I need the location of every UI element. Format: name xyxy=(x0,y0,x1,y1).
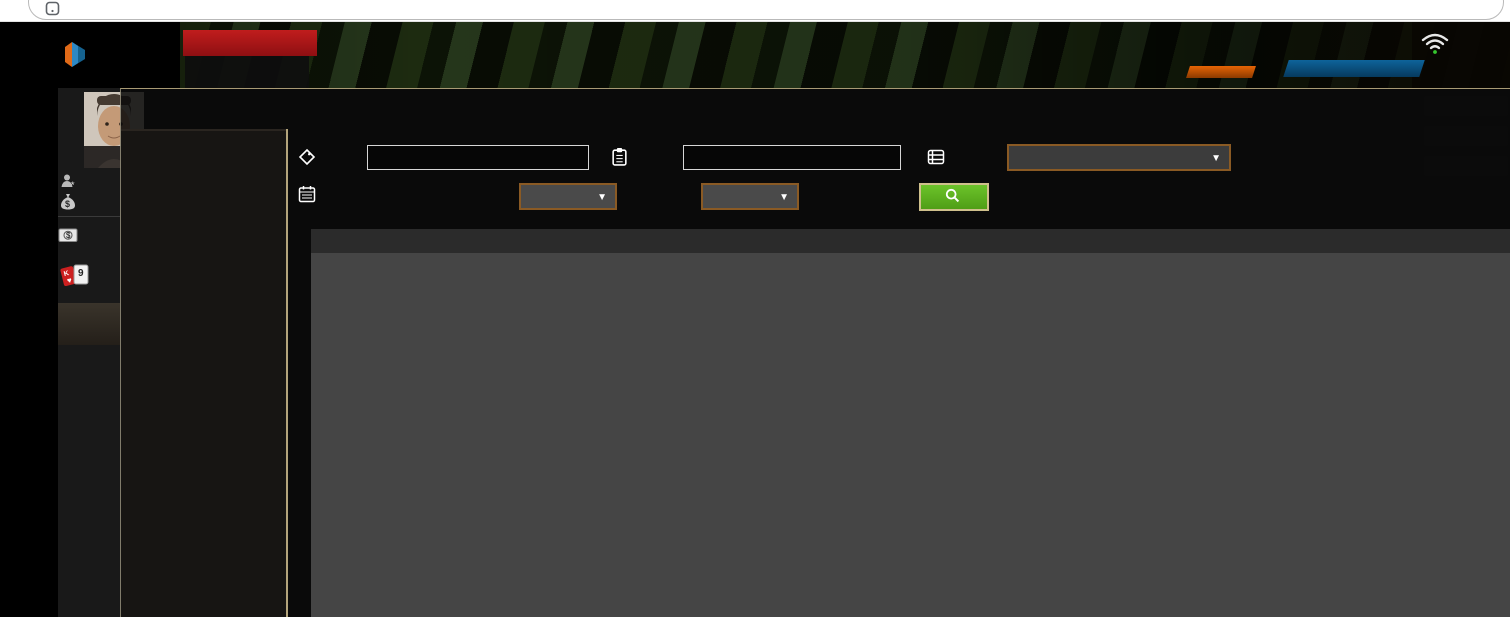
chevron-down-icon: ▼ xyxy=(1211,153,1221,164)
chevron-down-icon: ▼ xyxy=(597,192,607,203)
wifi-icon xyxy=(1420,31,1450,60)
clipboard-icon xyxy=(611,147,628,171)
user-icon: * xyxy=(60,173,76,194)
platform-select[interactable]: ▼ xyxy=(1007,144,1231,171)
dealt-cards xyxy=(1236,33,1328,83)
dealing-label xyxy=(185,56,309,88)
chevron-down-icon: ▼ xyxy=(779,192,789,203)
hall-tab[interactable] xyxy=(58,303,120,345)
order-input[interactable] xyxy=(683,145,901,170)
table-header-row xyxy=(311,229,1510,253)
round-input[interactable] xyxy=(367,145,589,170)
date-to-select[interactable]: ▼ xyxy=(701,183,799,210)
game-status-banner xyxy=(183,30,317,88)
bet-records-modal: ▼ ▼ ▼ xyxy=(120,88,1510,617)
svg-text:9: 9 xyxy=(78,268,84,279)
tag-icon xyxy=(298,148,316,171)
screen: * $ $ K ♥ 9 ▼ ▼ ▼ xyxy=(0,0,1510,617)
left-sidebar: * $ $ K ♥ 9 xyxy=(58,88,144,617)
page-icon xyxy=(45,1,60,21)
search-icon xyxy=(945,188,960,207)
stop-betting-label xyxy=(183,30,317,56)
logo-mark-icon xyxy=(62,40,88,75)
platform-icon xyxy=(927,149,945,170)
site-logo[interactable] xyxy=(62,40,94,75)
sidebar-divider xyxy=(286,129,288,617)
cards-icon: K ♥ 9 xyxy=(60,262,90,295)
address-bar[interactable] xyxy=(28,0,1504,20)
date-from-select[interactable]: ▼ xyxy=(519,183,617,210)
search-button[interactable] xyxy=(919,183,989,211)
browser-bar xyxy=(0,0,1510,22)
calendar-icon xyxy=(298,185,316,208)
svg-text:*: * xyxy=(71,180,75,189)
svg-text:$: $ xyxy=(65,199,70,209)
modal-sidebar xyxy=(121,129,286,617)
divider xyxy=(58,216,120,217)
records-table xyxy=(311,229,1510,617)
svg-text:$: $ xyxy=(66,231,71,240)
banknote-icon: $ xyxy=(58,228,80,249)
moneybag-icon: $ xyxy=(60,193,76,215)
